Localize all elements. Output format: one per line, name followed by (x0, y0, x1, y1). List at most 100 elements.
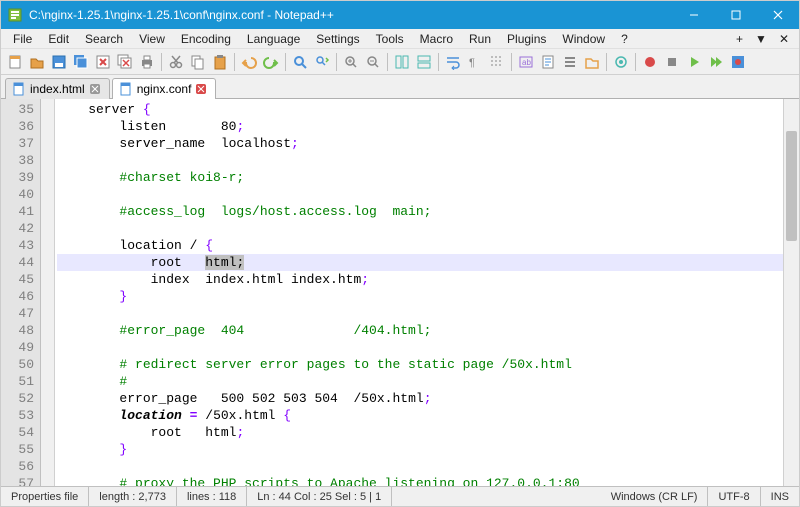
menu-file[interactable]: File (5, 30, 40, 48)
play-multi-icon[interactable] (706, 52, 726, 72)
code-line[interactable]: server { (57, 101, 783, 118)
code-line[interactable] (57, 186, 783, 203)
menu-tools[interactable]: Tools (368, 30, 412, 48)
tab-label: index.html (30, 82, 85, 96)
new-file-icon[interactable] (5, 52, 25, 72)
sync-h-icon[interactable] (414, 52, 434, 72)
menu-plugins[interactable]: Plugins (499, 30, 554, 48)
code-line[interactable]: } (57, 441, 783, 458)
tab-index-html[interactable]: index.html (5, 78, 110, 99)
svg-text:¶: ¶ (469, 57, 475, 69)
code-line[interactable]: # redirect server error pages to the sta… (57, 356, 783, 373)
save-icon[interactable] (49, 52, 69, 72)
code-line[interactable]: # proxy the PHP scripts to Apache listen… (57, 475, 783, 486)
find-icon[interactable] (290, 52, 310, 72)
maximize-button[interactable] (715, 1, 757, 29)
func-list-icon[interactable] (560, 52, 580, 72)
code-line[interactable] (57, 339, 783, 356)
code-line[interactable]: } (57, 288, 783, 305)
undo-icon[interactable] (239, 52, 259, 72)
replace-icon[interactable] (312, 52, 332, 72)
code-line[interactable] (57, 458, 783, 475)
app-icon (7, 7, 23, 23)
code-line[interactable]: location / { (57, 237, 783, 254)
stop-icon[interactable] (662, 52, 682, 72)
status-insert-mode[interactable]: INS (761, 487, 799, 506)
copy-icon[interactable] (188, 52, 208, 72)
menu-language[interactable]: Language (239, 30, 308, 48)
vertical-scrollbar[interactable] (783, 99, 799, 486)
lang-icon[interactable]: ab (516, 52, 536, 72)
code-line[interactable]: #access_log logs/host.access.log main; (57, 203, 783, 220)
status-filetype: Properties file (1, 487, 89, 506)
code-line[interactable] (57, 305, 783, 322)
status-position: Ln : 44 Col : 25 Sel : 5 | 1 (247, 487, 392, 506)
code-line[interactable]: location = /50x.html { (57, 407, 783, 424)
code-line[interactable]: listen 80; (57, 118, 783, 135)
open-file-icon[interactable] (27, 52, 47, 72)
svg-text:ab: ab (522, 58, 531, 67)
menu-encoding[interactable]: Encoding (173, 30, 239, 48)
code-line[interactable]: #error_page 404 /404.html; (57, 322, 783, 339)
line-number-gutter: 3536373839404142434445464748495051525354… (1, 99, 41, 486)
redo-icon[interactable] (261, 52, 281, 72)
code-line[interactable]: root html; (57, 254, 783, 271)
status-eol[interactable]: Windows (CR LF) (601, 487, 709, 506)
save-macro-icon[interactable] (728, 52, 748, 72)
code-line[interactable] (57, 220, 783, 237)
code-view[interactable]: server { listen 80; server_name localhos… (55, 99, 783, 486)
code-line[interactable]: error_page 500 502 503 504 /50x.html; (57, 390, 783, 407)
status-lines: lines : 118 (177, 487, 247, 506)
editor-area: 3536373839404142434445464748495051525354… (1, 99, 799, 486)
menu-window[interactable]: Window (554, 30, 613, 48)
tab-label: nginx.conf (137, 82, 192, 96)
menu-edit[interactable]: Edit (40, 30, 77, 48)
minimize-button[interactable] (673, 1, 715, 29)
paste-icon[interactable] (210, 52, 230, 72)
record-icon[interactable] (640, 52, 660, 72)
file-icon (119, 82, 133, 96)
menu-view[interactable]: View (131, 30, 173, 48)
tab-nginx-conf[interactable]: nginx.conf (112, 78, 217, 99)
menu-settings[interactable]: Settings (308, 30, 367, 48)
close-icon[interactable] (93, 52, 113, 72)
zoom-out-icon[interactable] (363, 52, 383, 72)
code-line[interactable]: # (57, 373, 783, 390)
tab-close-icon[interactable] (195, 83, 207, 95)
cut-icon[interactable] (166, 52, 186, 72)
menu-help[interactable]: ? (613, 30, 636, 48)
menu-search[interactable]: Search (77, 30, 131, 48)
tab-bar: index.html nginx.conf (1, 75, 799, 99)
code-line[interactable]: index index.html index.htm; (57, 271, 783, 288)
status-encoding[interactable]: UTF-8 (708, 487, 760, 506)
wordwrap-icon[interactable] (443, 52, 463, 72)
play-icon[interactable] (684, 52, 704, 72)
status-length: length : 2,773 (89, 487, 177, 506)
indent-guide-icon[interactable] (487, 52, 507, 72)
code-line[interactable] (57, 152, 783, 169)
menu-close[interactable]: ✕ (773, 30, 795, 48)
close-window-button[interactable] (757, 1, 799, 29)
fold-margin (41, 99, 55, 486)
all-chars-icon[interactable]: ¶ (465, 52, 485, 72)
print-icon[interactable] (137, 52, 157, 72)
close-all-icon[interactable] (115, 52, 135, 72)
zoom-in-icon[interactable] (341, 52, 361, 72)
code-line[interactable]: root html; (57, 424, 783, 441)
code-line[interactable]: #charset koi8-r; (57, 169, 783, 186)
menu-dropdown[interactable]: ▼ (749, 30, 773, 48)
doc-map-icon[interactable] (538, 52, 558, 72)
monitor-icon[interactable] (611, 52, 631, 72)
status-bar: Properties file length : 2,773 lines : 1… (1, 486, 799, 506)
scrollbar-thumb[interactable] (786, 131, 797, 241)
menu-plus[interactable]: + (730, 30, 749, 48)
menu-run[interactable]: Run (461, 30, 499, 48)
sync-v-icon[interactable] (392, 52, 412, 72)
tab-close-icon[interactable] (89, 83, 101, 95)
save-all-icon[interactable] (71, 52, 91, 72)
menu-macro[interactable]: Macro (412, 30, 461, 48)
file-icon (12, 82, 26, 96)
window-title: C:\nginx-1.25.1\nginx-1.25.1\conf\nginx.… (29, 8, 673, 22)
code-line[interactable]: server_name localhost; (57, 135, 783, 152)
folder-icon[interactable] (582, 52, 602, 72)
